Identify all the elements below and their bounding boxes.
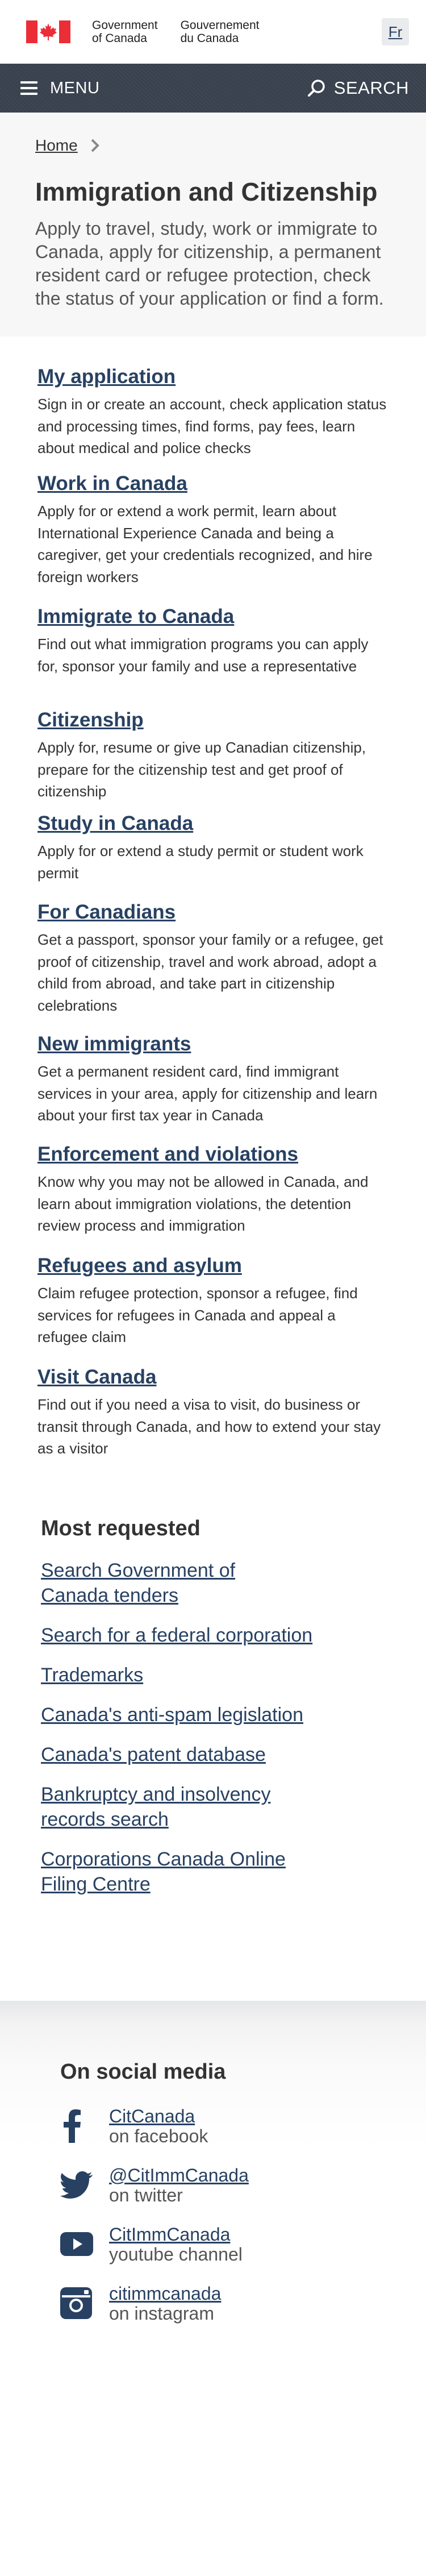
service-description: Claim refugee protection, sponsor a refu… <box>37 1285 358 1345</box>
social-sub: youtube channel <box>109 2244 243 2265</box>
service-description: Sign in or create an account, check appl… <box>37 396 387 456</box>
list-item: Bankruptcy and insolvency records search <box>41 1782 291 1832</box>
service-link[interactable]: New immigrants <box>37 1031 389 1057</box>
service-description: Get a passport, sponsor your family or a… <box>37 931 383 1014</box>
most-requested-link[interactable]: Canada's anti-spam legislation <box>41 1702 303 1727</box>
service-item-enforcement: Enforcement and violations Know why you … <box>37 1141 389 1253</box>
social-sub: on facebook <box>109 2126 208 2146</box>
service-link[interactable]: Citizenship <box>37 707 389 733</box>
page-title: Immigration and Citizenship <box>35 177 378 206</box>
social-name[interactable]: citimmcanada <box>109 2283 221 2304</box>
search-icon <box>307 80 325 97</box>
social-name[interactable]: CitCanada <box>109 2106 208 2126</box>
social-sub: on instagram <box>109 2303 214 2324</box>
services-list: My application Sign in or create an acco… <box>0 336 426 1457</box>
service-item-study: Study in Canada Apply for or extend a st… <box>37 811 389 899</box>
list-item: Search Government of Canada tenders <box>41 1558 268 1608</box>
service-link[interactable]: Immigrate to Canada <box>37 604 389 630</box>
service-description: Find out what immigration programs you c… <box>37 635 369 675</box>
signature-fr-line1: Gouvernement <box>180 19 260 32</box>
service-link[interactable]: For Canadians <box>37 899 389 925</box>
service-description: Find out if you need a visa to visit, do… <box>37 1396 381 1457</box>
service-description: Know why you may not be allowed in Canad… <box>37 1173 369 1234</box>
social-item-instagram[interactable]: citimmcanada on instagram <box>60 2283 392 2323</box>
service-item-new-immigrants: New immigrants Get a permanent resident … <box>37 1031 389 1141</box>
site-header: Government of Canada Gouvernement du Can… <box>0 0 426 64</box>
twitter-icon <box>60 2165 97 2205</box>
breadcrumb: Home <box>35 136 392 155</box>
social-heading: On social media <box>60 2060 226 2084</box>
social-sub: on twitter <box>109 2185 183 2205</box>
signature-en-line2: of Canada <box>92 32 147 45</box>
most-requested-link[interactable]: Bankruptcy and insolvency records search <box>41 1782 291 1832</box>
list-item: Canada's anti-spam legislation <box>41 1702 392 1727</box>
most-requested-section: Most requested Search Government of Cana… <box>0 1516 426 1897</box>
government-signature[interactable]: Government of Canada Gouvernement du Can… <box>92 19 259 45</box>
title-section: Home Immigration and Citizenship Apply t… <box>0 113 426 336</box>
breadcrumb-home-link[interactable]: Home <box>35 136 78 155</box>
list-item: Trademarks <box>41 1663 392 1688</box>
social-item-facebook[interactable]: CitCanada on facebook <box>60 2106 392 2146</box>
chevron-right-icon <box>91 139 99 152</box>
language-toggle-button[interactable]: Fr <box>382 18 409 45</box>
most-requested-link[interactable]: Corporations Canada Online Filing Centre <box>41 1847 314 1897</box>
service-item-my-application: My application Sign in or create an acco… <box>37 364 389 471</box>
service-item-refugees: Refugees and asylum Claim refugee protec… <box>37 1253 389 1364</box>
most-requested-heading: Most requested <box>41 1516 201 1540</box>
list-item: Canada's patent database <box>41 1742 392 1767</box>
service-item-visit: Visit Canada Find out if you need a visa… <box>37 1364 389 1457</box>
service-link[interactable]: Enforcement and violations <box>37 1141 389 1167</box>
service-link[interactable]: Work in Canada <box>37 471 389 497</box>
page-intro: Apply to travel, study, work or immigrat… <box>35 218 384 309</box>
list-item: Search for a federal corporation <box>41 1623 392 1648</box>
social-item-twitter[interactable]: @CitImmCanada on twitter <box>60 2165 392 2205</box>
most-requested-link[interactable]: Search for a federal corporation <box>41 1623 312 1648</box>
most-requested-link[interactable]: Canada's patent database <box>41 1742 266 1767</box>
list-item: Corporations Canada Online Filing Centre <box>41 1847 314 1897</box>
service-description: Get a permanent resident card, find immi… <box>37 1063 378 1124</box>
service-item-citizenship: Citizenship Apply for, resume or give up… <box>37 707 389 811</box>
service-link[interactable]: Refugees and asylum <box>37 1253 389 1279</box>
facebook-icon <box>60 2106 97 2146</box>
service-description: Apply for or extend a study permit or st… <box>37 842 364 882</box>
service-item-immigrate: Immigrate to Canada Find out what immigr… <box>37 604 389 707</box>
social-name[interactable]: @CitImmCanada <box>109 2165 249 2186</box>
service-description: Apply for, resume or give up Canadian ci… <box>37 739 366 800</box>
instagram-icon <box>60 2283 97 2323</box>
canada-flag-icon <box>26 20 70 43</box>
most-requested-link[interactable]: Search Government of Canada tenders <box>41 1558 268 1608</box>
social-name[interactable]: CitImmCanada <box>109 2224 243 2245</box>
service-link[interactable]: Study in Canada <box>37 811 389 837</box>
social-item-youtube[interactable]: CitImmCanada youtube channel <box>60 2224 392 2264</box>
most-requested-link[interactable]: Trademarks <box>41 1663 143 1688</box>
youtube-icon <box>60 2224 97 2264</box>
service-link[interactable]: My application <box>37 364 389 390</box>
social-media-section: On social media CitCanada on facebook @C… <box>0 2001 426 2576</box>
most-requested-list: Search Government of Canada tenders Sear… <box>41 1558 392 1897</box>
search-button[interactable]: SEARCH <box>307 78 409 98</box>
menu-label: MENU <box>50 78 100 97</box>
hamburger-icon <box>20 81 37 95</box>
service-item-for-canadians: For Canadians Get a passport, sponsor yo… <box>37 899 389 1031</box>
signature-fr-line2: du Canada <box>180 32 239 45</box>
service-description: Apply for or extend a work permit, learn… <box>37 502 373 585</box>
signature-en-line1: Government <box>92 19 158 32</box>
search-label: SEARCH <box>333 78 409 98</box>
menu-bar: MENU SEARCH <box>0 64 426 113</box>
menu-button[interactable]: MENU <box>20 79 99 98</box>
service-link[interactable]: Visit Canada <box>37 1364 389 1390</box>
service-item-work-in-canada: Work in Canada Apply for or extend a wor… <box>37 471 389 604</box>
